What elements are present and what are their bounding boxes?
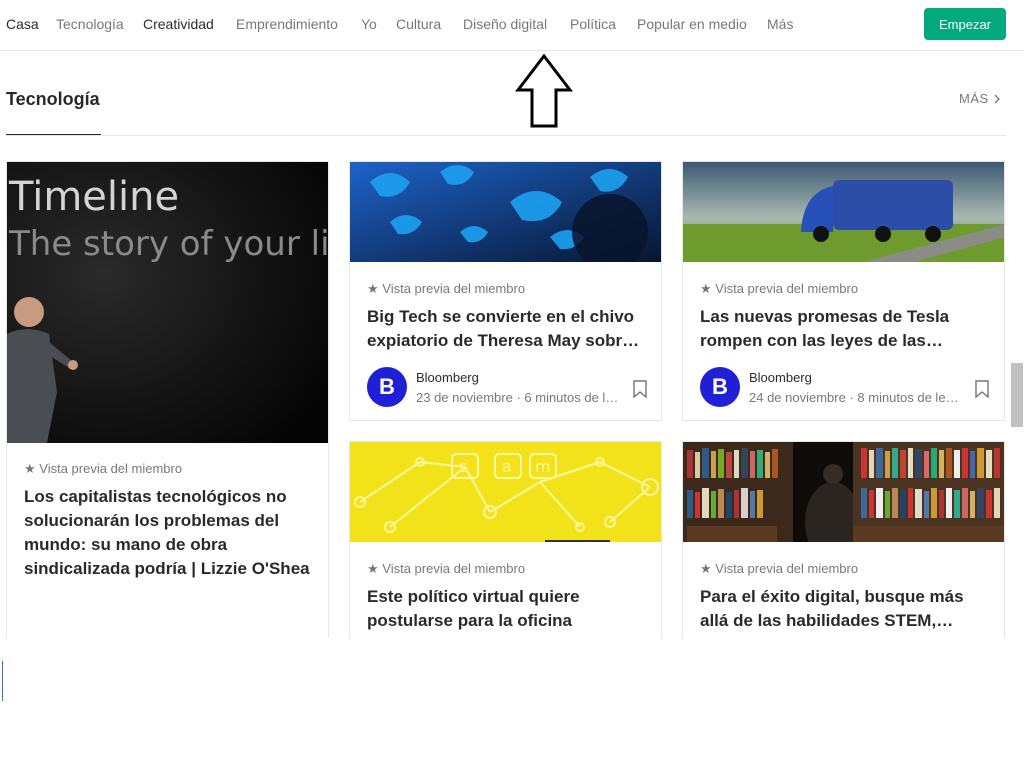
article-title[interactable]: Los capitalistas tecnológicos no solucio… (24, 485, 319, 581)
chevron-right-icon (994, 94, 1000, 103)
member-preview-label: ★ Vista previa del miembro (700, 281, 859, 296)
article-card[interactable]: ★ Vista previa del miembro Big Tech se c… (349, 161, 662, 421)
article-image (683, 162, 1004, 262)
nav-item-creatividad[interactable]: Creatividad (143, 16, 214, 32)
nav-item-popular[interactable]: Popular en medio (637, 16, 747, 32)
top-nav: Casa Tecnología Creatividad Emprendimien… (0, 0, 1024, 51)
bookmark-icon[interactable] (633, 380, 647, 398)
section-title: Tecnología (6, 89, 100, 109)
up-arrow-icon (515, 54, 573, 128)
article-image (350, 162, 661, 262)
nav-item-tecnologia[interactable]: Tecnología (56, 16, 124, 32)
nav-item-casa[interactable]: Casa (6, 16, 39, 32)
article-card[interactable]: ★ Vista previa del miembro Para el éxito… (682, 441, 1005, 651)
publisher-avatar[interactable]: B (367, 367, 407, 407)
article-image: Timeline The story of your life (7, 162, 328, 443)
member-preview-label: ★ Vista previa del miembro (700, 561, 859, 576)
tesla-truck-image (683, 162, 1004, 262)
publisher-avatar[interactable]: B (700, 367, 740, 407)
bookmark-icon[interactable] (975, 380, 989, 398)
article-meta: 23 de noviembre · 6 minutos de lectura (416, 390, 621, 405)
blank-area (0, 638, 1024, 768)
twitter-birds-image (350, 162, 661, 262)
keynote-stage-image: Timeline The story of your life (7, 162, 328, 443)
page: Casa Tecnología Creatividad Emprendimien… (0, 0, 1024, 768)
more-label: MÁS (959, 91, 989, 106)
more-link[interactable]: MÁS (959, 91, 1001, 106)
section-underline (6, 134, 101, 135)
member-preview-label: ★ Vista previa del miembro (367, 561, 526, 576)
image-letter-a: a (502, 457, 512, 476)
article-meta: 24 de noviembre · 8 minutos de lectura (749, 390, 964, 405)
nav-item-cultura[interactable]: Cultura (396, 16, 441, 32)
nav-item-emprendimiento[interactable]: Emprendimiento (236, 16, 338, 32)
article-image: s a m (350, 442, 661, 542)
nav-item-mas[interactable]: Más (767, 16, 793, 32)
section-divider (6, 135, 1006, 136)
text-cursor (2, 661, 3, 701)
nav-item-diseno-digital[interactable]: Diseño digital (463, 16, 547, 32)
image-story-text: The story of your life (8, 224, 328, 264)
article-card[interactable]: ★ Vista previa del miembro Las nuevas pr… (682, 161, 1005, 421)
nav-item-yo[interactable]: Yo (361, 16, 377, 32)
article-title[interactable]: Big Tech se convierte en el chivo expiat… (367, 305, 647, 353)
library-shelves-image (683, 442, 1004, 542)
network-graph-image: s a m (350, 442, 661, 542)
nav-item-politica[interactable]: Política (570, 16, 616, 32)
article-card[interactable]: s a m ★ Vista previa del miembro Este po… (349, 441, 662, 651)
article-title[interactable]: Para el éxito digital, busque más allá d… (700, 585, 990, 633)
member-preview-label: ★ Vista previa del miembro (24, 461, 183, 476)
scrollbar-thumb[interactable] (1011, 363, 1023, 427)
article-title[interactable]: Las nuevas promesas de Tesla rompen con … (700, 305, 990, 353)
article-card[interactable]: Timeline The story of your life ★ Vista … (6, 161, 329, 651)
get-started-button[interactable]: Empezar (924, 8, 1006, 40)
article-image (683, 442, 1004, 542)
image-letter-s: s (459, 457, 467, 476)
image-timeline-text: Timeline (8, 174, 179, 220)
article-title[interactable]: Este político virtual quiere postularse … (367, 585, 647, 633)
author-name[interactable]: Bloomberg (416, 370, 479, 385)
image-letter-m: m (535, 457, 551, 476)
author-name[interactable]: Bloomberg (749, 370, 812, 385)
member-preview-label: ★ Vista previa del miembro (367, 281, 526, 296)
